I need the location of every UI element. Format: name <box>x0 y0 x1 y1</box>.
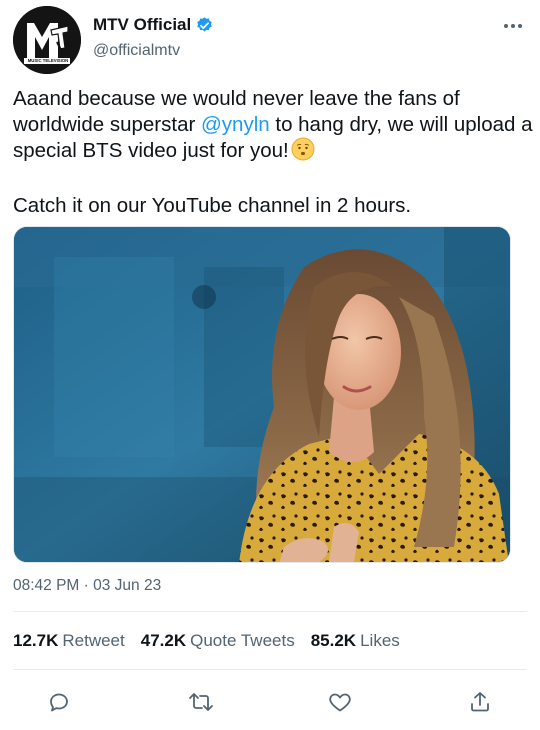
tweet-header: MUSIC TELEVISION MTV Official @officialm… <box>13 6 527 76</box>
tweet-text: Aaand because we would never leave the f… <box>13 86 533 218</box>
quote-tweets-label: Quote Tweets <box>190 631 295 650</box>
retweets-stat[interactable]: 12.7K Retweet <box>13 631 125 651</box>
timestamp[interactable]: 08:42 PM · 03 Jun 23 <box>13 577 161 595</box>
likes-count: 85.2K <box>310 631 357 650</box>
avatar[interactable]: MUSIC TELEVISION <box>13 6 81 74</box>
divider <box>13 669 527 670</box>
retweet-icon[interactable] <box>183 684 219 720</box>
tweet-paragraph-2: Catch it on our YouTube channel in 2 hou… <box>13 193 412 217</box>
quote-tweets-stat[interactable]: 47.2K Quote Tweets <box>141 631 295 651</box>
tweet-actions <box>0 684 540 720</box>
verified-badge-icon <box>195 16 214 35</box>
handle[interactable]: @officialmtv <box>93 42 180 60</box>
divider <box>13 611 527 612</box>
heart-icon[interactable] <box>322 684 358 720</box>
retweets-count: 12.7K <box>13 631 59 650</box>
likes-stat[interactable]: 85.2K Likes <box>311 631 400 651</box>
woman-portrait-photo <box>14 227 510 562</box>
more-icon[interactable] <box>499 16 527 36</box>
retweets-label: Retweet <box>62 631 125 650</box>
avatar-logo-text: MUSIC TELEVISION <box>27 58 69 63</box>
tweet-media-image[interactable] <box>13 226 511 563</box>
likes-label: Likes <box>360 631 400 650</box>
display-name[interactable]: MTV Official <box>93 15 191 35</box>
reply-icon[interactable] <box>41 684 77 720</box>
mention-link[interactable]: @ynyln <box>201 113 270 136</box>
hushed-face-emoji-icon <box>291 137 315 168</box>
share-icon[interactable] <box>462 684 498 720</box>
tweet-stats: 12.7K Retweet 47.2K Quote Tweets 85.2K Like… <box>13 631 416 651</box>
tweet-paragraph-1: Aaand because we would never leave the f… <box>13 86 533 168</box>
quote-tweets-count: 47.2K <box>140 631 187 650</box>
